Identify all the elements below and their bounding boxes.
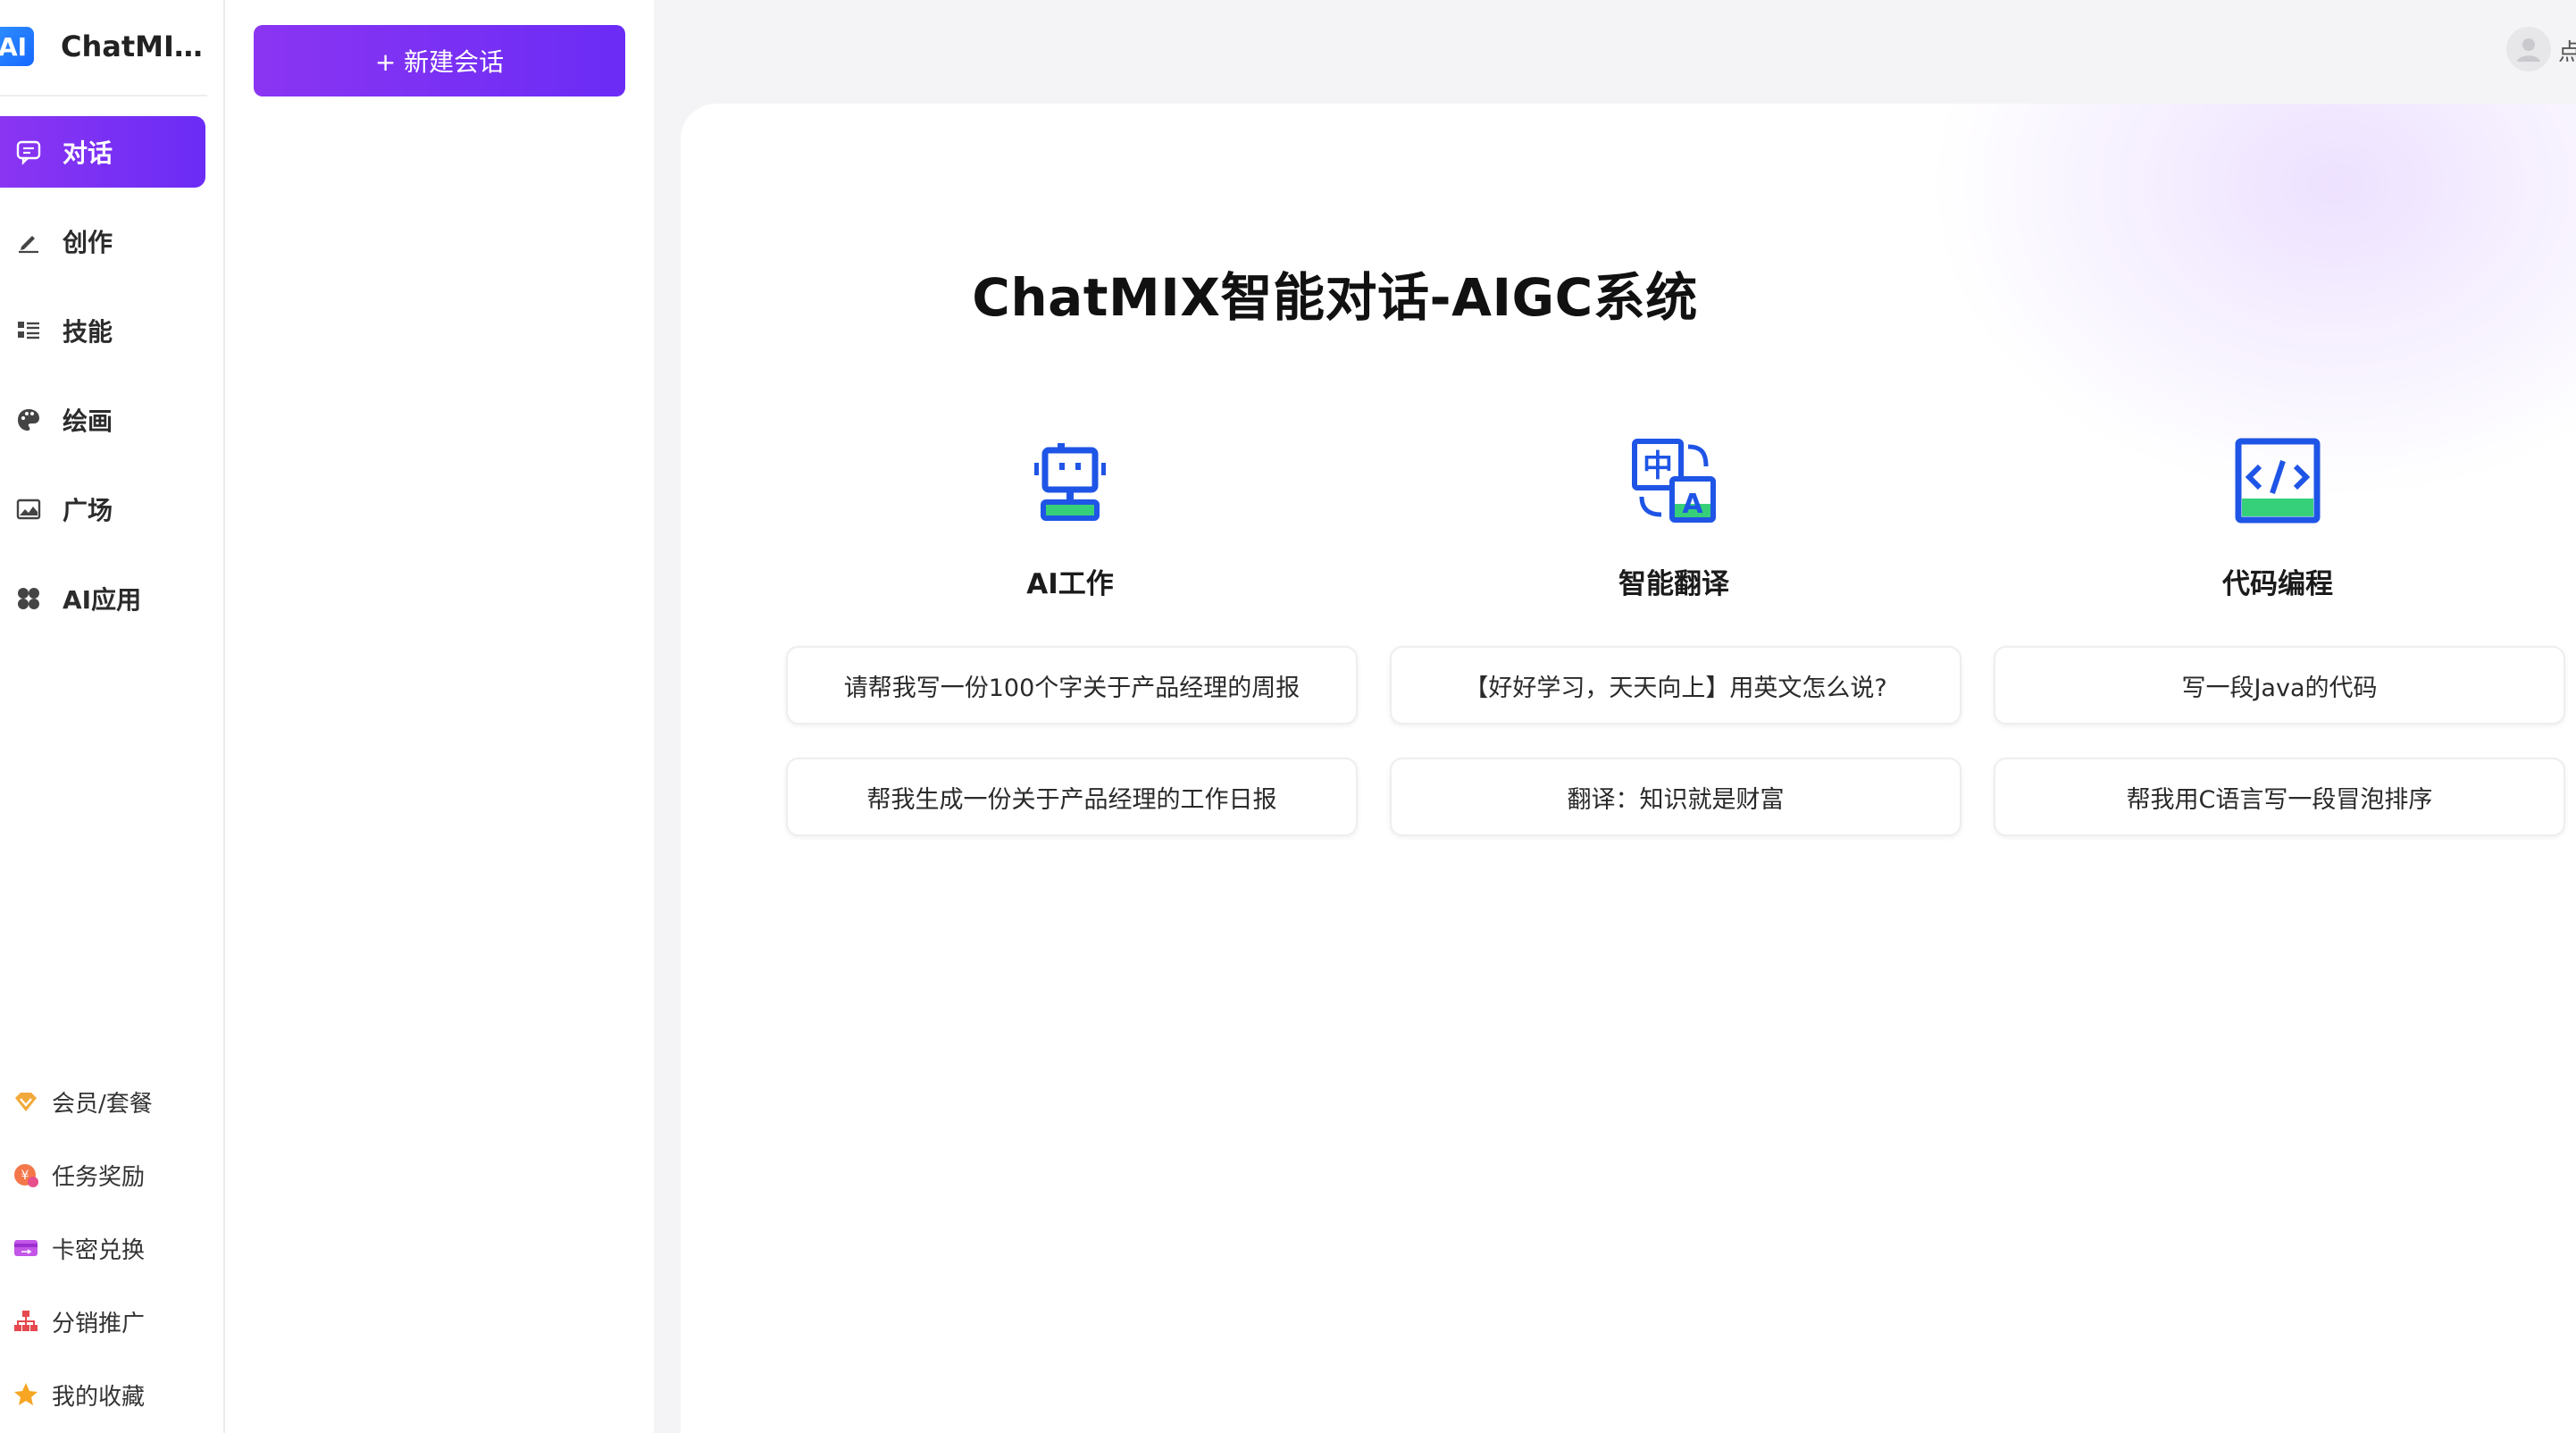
new-chat-button[interactable]: + 新建会话 <box>254 25 625 96</box>
nav-item-label: 绘画 <box>63 406 113 436</box>
translate-icon: 中 A <box>1629 436 1719 525</box>
nav-bottom-label: 任务奖励 <box>52 1163 146 1191</box>
vip-diamond-icon <box>11 1086 41 1117</box>
app-root: AI ChatMIX... 对话 创作 技能 绘画 广场 AI应用 会员/套餐 … <box>0 0 2576 1433</box>
column-title: 智能翻译 <box>1618 568 1729 600</box>
prompt-card[interactable]: 帮我生成一份关于产品经理的工作日报 <box>786 758 1358 836</box>
reward-coin-icon: ¥ <box>11 1160 41 1190</box>
pen-icon <box>13 225 45 257</box>
welcome-canvas: ChatMIX智能对话-AIGC系统 AI工作 中 A 智能翻译 代码编程 请帮… <box>681 104 2576 1433</box>
brand-name: ChatMIX... <box>61 29 213 63</box>
nav-item-create[interactable]: 创作 <box>0 205 205 277</box>
feature-column-ai-work: AI工作 <box>786 436 1354 601</box>
star-icon <box>11 1379 41 1410</box>
column-title: AI工作 <box>1026 568 1114 600</box>
apps-grid-icon <box>13 582 45 615</box>
nav-item-ai-apps[interactable]: AI应用 <box>0 563 205 634</box>
nav-item-chat[interactable]: 对话 <box>0 116 205 188</box>
nav-bottom-label: 卡密兑换 <box>52 1236 146 1264</box>
code-icon <box>2233 436 2322 525</box>
brand-logo: AI <box>0 27 34 66</box>
robot-icon <box>1025 436 1115 525</box>
chat-bubble-icon <box>13 136 45 168</box>
svg-text:中: 中 <box>1643 448 1673 484</box>
nav-item-label: 广场 <box>63 496 113 525</box>
nav-item-skills[interactable]: 技能 <box>0 295 205 366</box>
prompt-card[interactable]: 请帮我写一份100个字关于产品经理的周报 <box>786 646 1358 725</box>
left-nav: AI ChatMIX... 对话 创作 技能 绘画 广场 AI应用 会员/套餐 … <box>0 0 225 1433</box>
user-icon <box>2517 38 2540 62</box>
org-chart-icon <box>11 1306 41 1337</box>
avatar-label[interactable]: 点 <box>2558 34 2576 67</box>
nav-bottom-membership[interactable]: 会员/套餐 <box>0 1075 205 1128</box>
main-area: 点 ChatMIX智能对话-AIGC系统 AI工作 中 A 智能翻译 代码编程 … <box>654 0 2576 1433</box>
session-panel: + 新建会话 <box>225 0 654 1433</box>
nav-bottom-label: 分销推广 <box>52 1310 146 1337</box>
nav-item-drawing[interactable]: 绘画 <box>0 384 205 456</box>
list-icon <box>13 314 45 347</box>
avatar[interactable] <box>2506 27 2551 71</box>
feature-column-translate: 中 A 智能翻译 <box>1390 436 1958 601</box>
prompt-card[interactable]: 【好好学习，天天向上】用英文怎么说? <box>1390 646 1961 725</box>
card-exchange-icon <box>11 1233 41 1263</box>
nav-bottom-card-exchange[interactable]: 卡密兑换 <box>0 1221 205 1275</box>
image-icon <box>13 493 45 525</box>
nav-bottom-rewards[interactable]: ¥ 任务奖励 <box>0 1148 205 1202</box>
feature-column-code: 代码编程 <box>1994 436 2562 601</box>
nav-item-label: AI应用 <box>63 585 142 615</box>
nav-bottom-favorites[interactable]: 我的收藏 <box>0 1368 205 1421</box>
nav-bottom-distribution[interactable]: 分销推广 <box>0 1295 205 1348</box>
brand[interactable]: AI ChatMIX... <box>0 23 223 70</box>
palette-icon <box>13 404 45 436</box>
svg-text:A: A <box>1682 489 1703 520</box>
page-title: ChatMIX智能对话-AIGC系统 <box>972 267 1698 328</box>
brand-logo-text: AI <box>0 31 28 62</box>
prompt-card[interactable]: 写一段Java的代码 <box>1994 646 2565 725</box>
prompt-card[interactable]: 帮我用C语言写一段冒泡排序 <box>1994 758 2565 836</box>
nav-item-label: 技能 <box>63 317 113 347</box>
nav-item-label: 对话 <box>63 138 113 168</box>
prompt-card[interactable]: 翻译：知识就是财富 <box>1390 758 1961 836</box>
nav-item-label: 创作 <box>63 228 113 257</box>
nav-item-square[interactable]: 广场 <box>0 473 205 545</box>
brand-divider <box>0 95 207 96</box>
nav-bottom-label: 会员/套餐 <box>52 1090 153 1118</box>
nav-bottom-label: 我的收藏 <box>52 1383 146 1411</box>
column-title: 代码编程 <box>2222 568 2333 600</box>
